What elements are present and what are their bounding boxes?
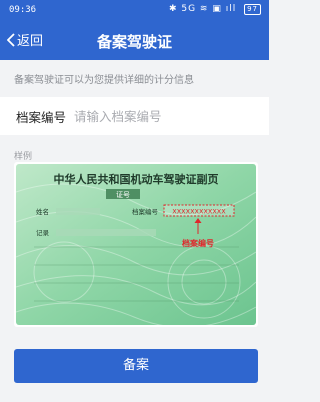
file-no-value: XXXXXXXXXXXX xyxy=(172,208,226,216)
annotation-label: 档案编号 xyxy=(182,238,214,248)
nav-bar: 返回 备案驾驶证 xyxy=(0,22,269,60)
file-number-input[interactable] xyxy=(72,107,246,125)
id-label: 证号 xyxy=(116,191,130,199)
page-title: 备案驾驶证 xyxy=(96,33,172,51)
screen: 09:36 ✱ 5G ≋ ▣ ıll 97 返回 备案驾驶证 备案驾驶证可以为您… xyxy=(0,0,269,402)
status-time: 09:36 xyxy=(9,5,37,15)
status-bar: 09:36 ✱ 5G ≋ ▣ ıll 97 xyxy=(0,0,269,22)
name-blurred xyxy=(56,208,100,215)
submit-button[interactable]: 备案 xyxy=(14,349,258,383)
file-number-label: 档案编号 xyxy=(16,109,67,125)
hint-text: 备案驾驶证可以为您提供详细的计分信息 xyxy=(14,75,194,86)
record-blurred xyxy=(56,229,156,236)
battery-icon: 97 xyxy=(244,4,261,15)
license-sample-graphic: 中华人民共和国机动车驾驶证副页 证号 姓名 档案编号 XXXXXXXXXXXX … xyxy=(15,164,257,327)
name-label: 姓名 xyxy=(36,207,49,216)
file-number-row: 档案编号 xyxy=(0,97,269,135)
card-title: 中华人民共和国机动车驾驶证副页 xyxy=(54,172,219,186)
file-no-label: 档案编号 xyxy=(132,207,159,216)
sample-license-image: 中华人民共和国机动车驾驶证副页 证号 姓名 档案编号 XXXXXXXXXXXX … xyxy=(14,162,258,327)
status-indicators: ✱ 5G ≋ ▣ ıll xyxy=(168,4,237,14)
status-icons: ✱ 5G ≋ ▣ ıll 97 xyxy=(169,4,261,15)
sample-label: 样例 xyxy=(14,152,33,162)
record-label: 记录 xyxy=(36,229,50,237)
